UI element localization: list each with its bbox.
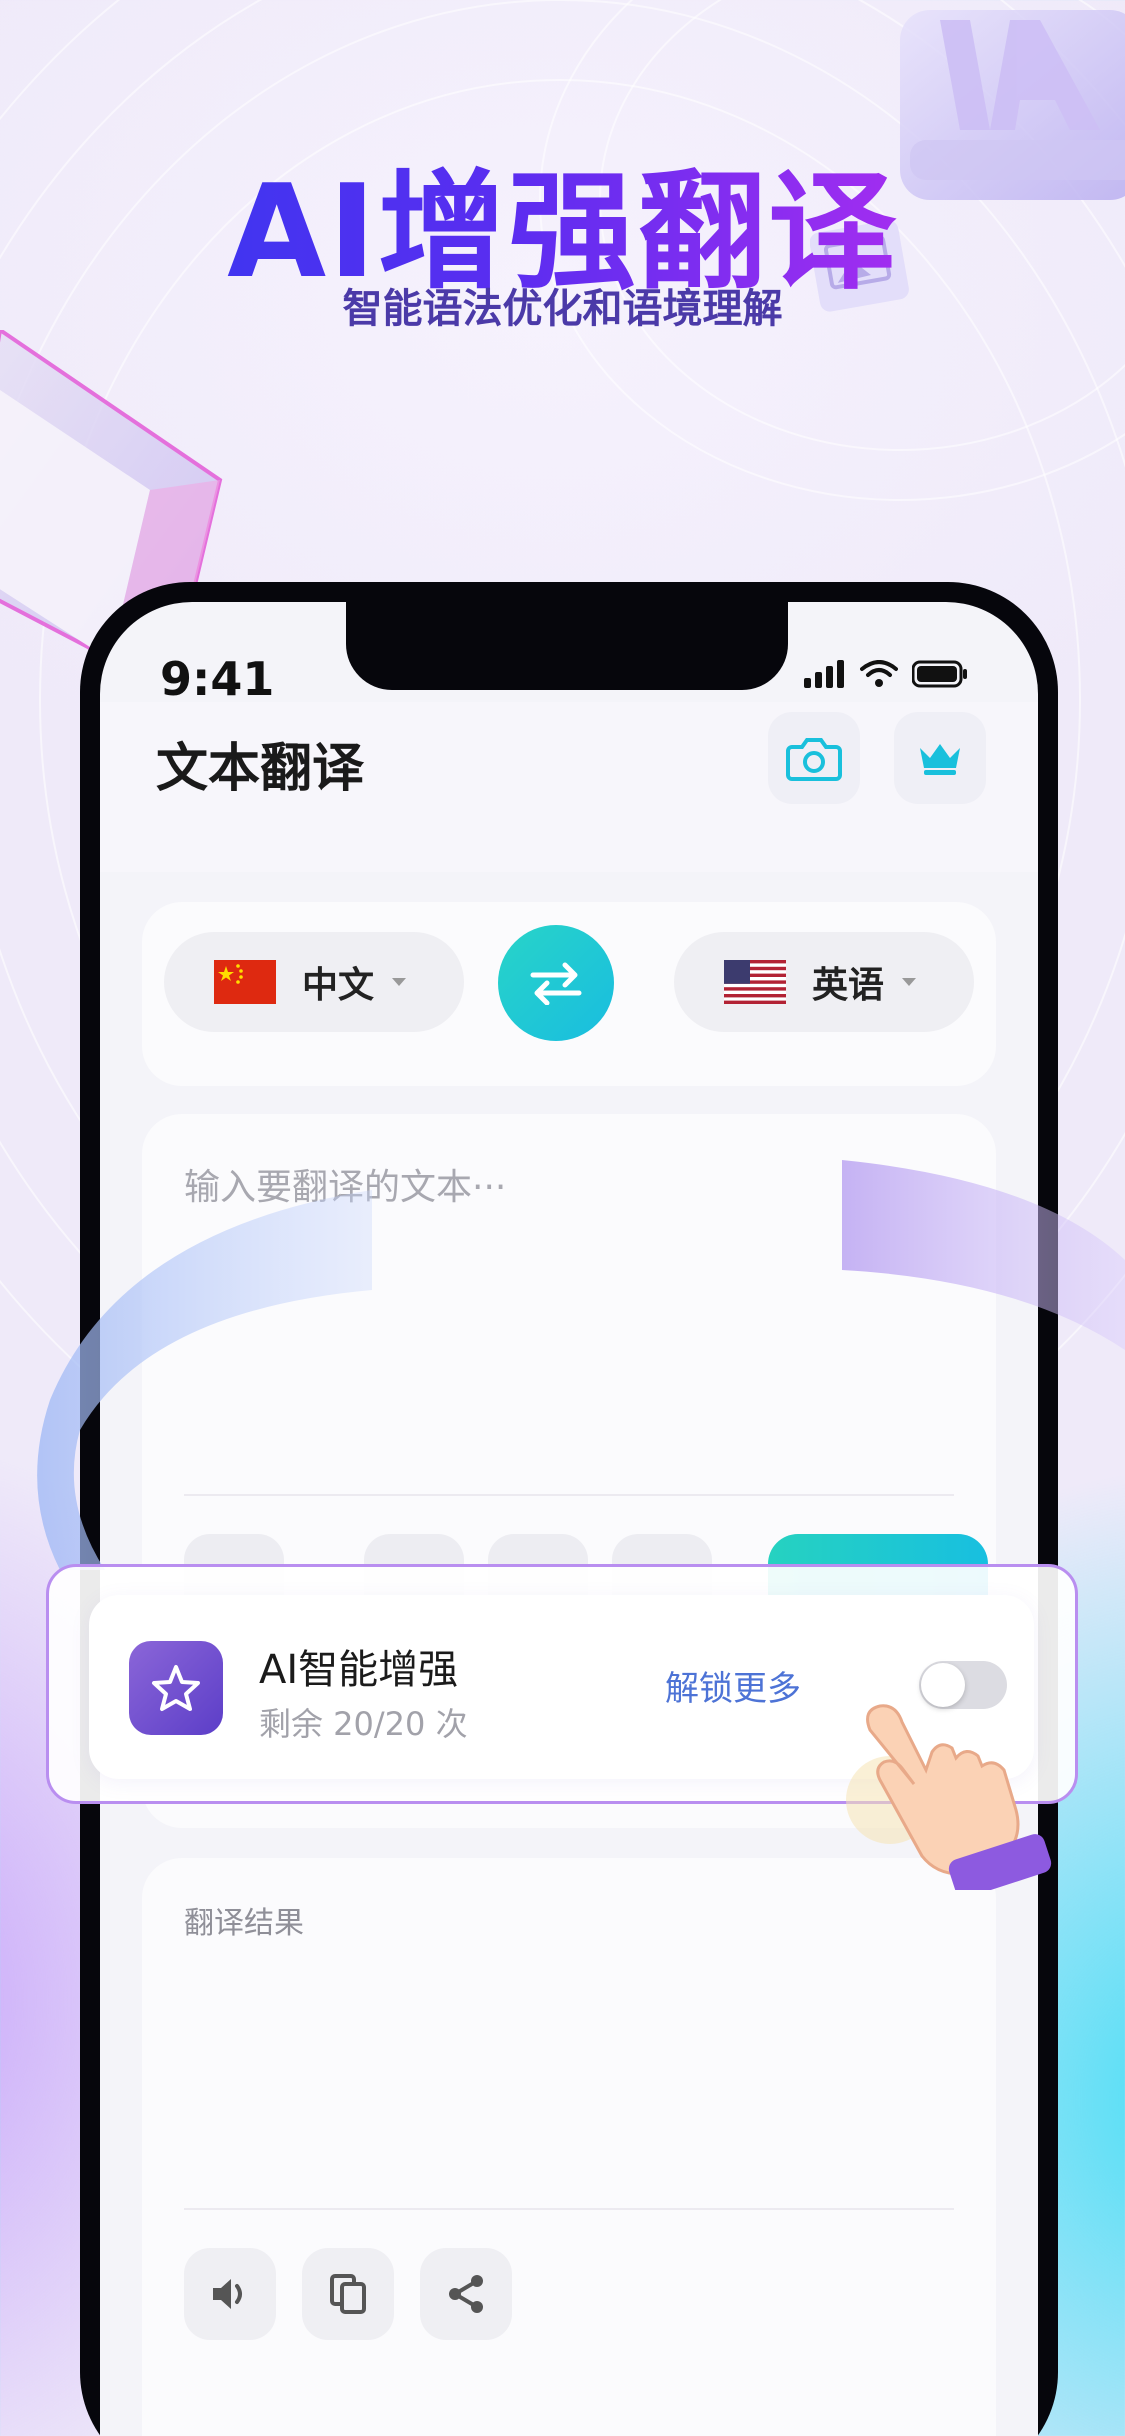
hero-subtitle: 智能语法优化和语境理解 [342, 286, 783, 332]
phone-notch [346, 602, 788, 690]
share-button[interactable] [420, 2248, 512, 2340]
camera-button[interactable] [768, 712, 860, 804]
pointing-hand-icon [846, 1704, 1052, 1890]
china-flag-icon [214, 960, 276, 1004]
camera-icon [786, 738, 842, 781]
result-card: 翻译结果 [142, 1858, 996, 2436]
ribbon-decoration [37, 1160, 1125, 1570]
crown-icon [920, 744, 960, 775]
ai-remaining-text: 剩余 20/20 次 [259, 1705, 468, 1743]
source-language-label: 中文 [302, 965, 375, 1006]
result-label: 翻译结果 [184, 1906, 304, 1941]
target-language-dropdown[interactable]: 英语 [674, 932, 974, 1032]
signal-icon [804, 660, 844, 688]
chevron-down-icon [902, 978, 917, 986]
unlock-more-link[interactable]: 解锁更多 [665, 1661, 801, 1710]
copy-button[interactable] [302, 2248, 394, 2340]
swap-arrows-icon [530, 962, 582, 1005]
swap-languages-button[interactable] [498, 925, 614, 1041]
language-selector-card: 中文 英语 [142, 902, 996, 1086]
battery-icon [912, 660, 967, 688]
page-title: 文本翻译 [156, 739, 365, 799]
ai-star-badge [129, 1641, 223, 1735]
source-language-dropdown[interactable]: 中文 [164, 932, 464, 1032]
divider [184, 2208, 954, 2210]
us-flag-icon [724, 960, 786, 1004]
chevron-down-icon [392, 978, 407, 986]
ai-enhance-title: AI智能增强 [259, 1647, 459, 1693]
target-language-label: 英语 [812, 965, 885, 1006]
wifi-icon [860, 660, 898, 687]
status-icons [804, 660, 968, 688]
vip-button[interactable] [894, 712, 986, 804]
share-icon [449, 2275, 483, 2313]
status-time: 9:41 [160, 652, 275, 706]
copy-icon [330, 2274, 366, 2314]
speak-button[interactable] [184, 2248, 276, 2340]
speaker-icon [213, 2279, 242, 2309]
star-icon [152, 1665, 200, 1711]
